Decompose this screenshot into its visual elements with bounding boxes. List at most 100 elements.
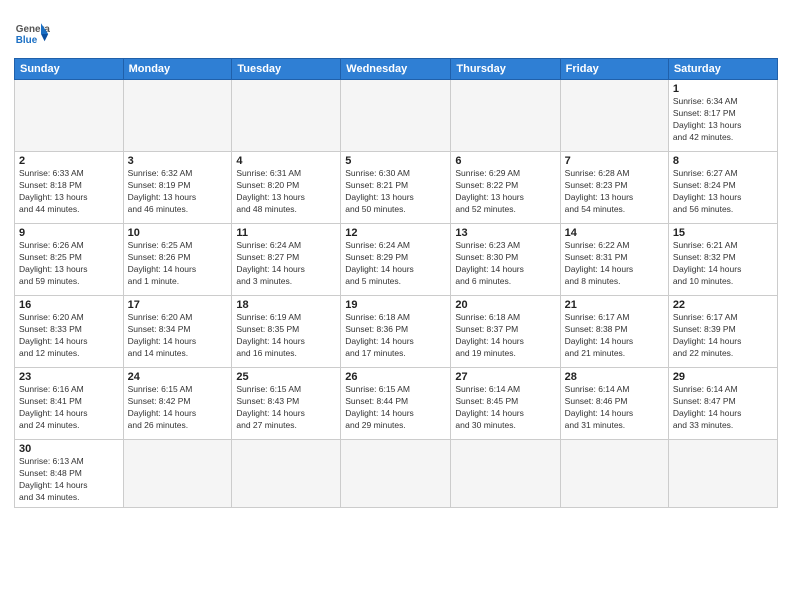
day-info: Sunrise: 6:20 AM Sunset: 8:33 PM Dayligh…	[19, 312, 119, 360]
day-info: Sunrise: 6:16 AM Sunset: 8:41 PM Dayligh…	[19, 384, 119, 432]
calendar-cell	[668, 440, 777, 508]
calendar-cell: 4Sunrise: 6:31 AM Sunset: 8:20 PM Daylig…	[232, 152, 341, 224]
calendar-cell	[341, 440, 451, 508]
calendar-cell: 22Sunrise: 6:17 AM Sunset: 8:39 PM Dayli…	[668, 296, 777, 368]
calendar-cell: 27Sunrise: 6:14 AM Sunset: 8:45 PM Dayli…	[451, 368, 560, 440]
calendar-cell	[123, 80, 232, 152]
day-number: 4	[236, 155, 336, 167]
calendar-week-row: 16Sunrise: 6:20 AM Sunset: 8:33 PM Dayli…	[15, 296, 778, 368]
calendar-cell: 1Sunrise: 6:34 AM Sunset: 8:17 PM Daylig…	[668, 80, 777, 152]
day-info: Sunrise: 6:24 AM Sunset: 8:29 PM Dayligh…	[345, 240, 446, 288]
calendar-week-row: 23Sunrise: 6:16 AM Sunset: 8:41 PM Dayli…	[15, 368, 778, 440]
day-number: 1	[673, 83, 773, 95]
calendar-week-row: 1Sunrise: 6:34 AM Sunset: 8:17 PM Daylig…	[15, 80, 778, 152]
day-number: 22	[673, 299, 773, 311]
calendar-cell: 15Sunrise: 6:21 AM Sunset: 8:32 PM Dayli…	[668, 224, 777, 296]
day-number: 28	[565, 371, 664, 383]
calendar-cell: 17Sunrise: 6:20 AM Sunset: 8:34 PM Dayli…	[123, 296, 232, 368]
day-info: Sunrise: 6:14 AM Sunset: 8:47 PM Dayligh…	[673, 384, 773, 432]
day-number: 30	[19, 443, 119, 455]
day-header-tuesday: Tuesday	[232, 59, 341, 80]
day-info: Sunrise: 6:23 AM Sunset: 8:30 PM Dayligh…	[455, 240, 555, 288]
calendar-week-row: 2Sunrise: 6:33 AM Sunset: 8:18 PM Daylig…	[15, 152, 778, 224]
day-info: Sunrise: 6:22 AM Sunset: 8:31 PM Dayligh…	[565, 240, 664, 288]
calendar-cell: 30Sunrise: 6:13 AM Sunset: 8:48 PM Dayli…	[15, 440, 124, 508]
calendar-cell: 26Sunrise: 6:15 AM Sunset: 8:44 PM Dayli…	[341, 368, 451, 440]
calendar-cell: 20Sunrise: 6:18 AM Sunset: 8:37 PM Dayli…	[451, 296, 560, 368]
calendar-week-row: 9Sunrise: 6:26 AM Sunset: 8:25 PM Daylig…	[15, 224, 778, 296]
day-header-saturday: Saturday	[668, 59, 777, 80]
day-number: 25	[236, 371, 336, 383]
calendar-cell: 21Sunrise: 6:17 AM Sunset: 8:38 PM Dayli…	[560, 296, 668, 368]
day-header-wednesday: Wednesday	[341, 59, 451, 80]
calendar-cell	[560, 80, 668, 152]
day-info: Sunrise: 6:13 AM Sunset: 8:48 PM Dayligh…	[19, 456, 119, 504]
calendar-cell	[15, 80, 124, 152]
day-number: 5	[345, 155, 446, 167]
page-header: General Blue	[14, 12, 778, 52]
day-info: Sunrise: 6:26 AM Sunset: 8:25 PM Dayligh…	[19, 240, 119, 288]
calendar-cell: 3Sunrise: 6:32 AM Sunset: 8:19 PM Daylig…	[123, 152, 232, 224]
day-number: 10	[128, 227, 228, 239]
day-info: Sunrise: 6:15 AM Sunset: 8:42 PM Dayligh…	[128, 384, 228, 432]
day-info: Sunrise: 6:15 AM Sunset: 8:44 PM Dayligh…	[345, 384, 446, 432]
calendar-cell: 5Sunrise: 6:30 AM Sunset: 8:21 PM Daylig…	[341, 152, 451, 224]
calendar-cell: 8Sunrise: 6:27 AM Sunset: 8:24 PM Daylig…	[668, 152, 777, 224]
calendar-cell	[451, 80, 560, 152]
day-number: 2	[19, 155, 119, 167]
day-info: Sunrise: 6:32 AM Sunset: 8:19 PM Dayligh…	[128, 168, 228, 216]
calendar-cell: 29Sunrise: 6:14 AM Sunset: 8:47 PM Dayli…	[668, 368, 777, 440]
day-info: Sunrise: 6:15 AM Sunset: 8:43 PM Dayligh…	[236, 384, 336, 432]
day-info: Sunrise: 6:24 AM Sunset: 8:27 PM Dayligh…	[236, 240, 336, 288]
day-number: 26	[345, 371, 446, 383]
day-number: 3	[128, 155, 228, 167]
calendar-cell: 13Sunrise: 6:23 AM Sunset: 8:30 PM Dayli…	[451, 224, 560, 296]
day-info: Sunrise: 6:18 AM Sunset: 8:37 PM Dayligh…	[455, 312, 555, 360]
calendar-table: SundayMondayTuesdayWednesdayThursdayFrid…	[14, 58, 778, 508]
day-info: Sunrise: 6:14 AM Sunset: 8:45 PM Dayligh…	[455, 384, 555, 432]
day-info: Sunrise: 6:17 AM Sunset: 8:39 PM Dayligh…	[673, 312, 773, 360]
day-number: 24	[128, 371, 228, 383]
day-number: 17	[128, 299, 228, 311]
calendar-cell: 6Sunrise: 6:29 AM Sunset: 8:22 PM Daylig…	[451, 152, 560, 224]
calendar-cell	[232, 440, 341, 508]
day-info: Sunrise: 6:14 AM Sunset: 8:46 PM Dayligh…	[565, 384, 664, 432]
calendar-cell: 28Sunrise: 6:14 AM Sunset: 8:46 PM Dayli…	[560, 368, 668, 440]
logo: General Blue	[14, 16, 50, 52]
day-number: 23	[19, 371, 119, 383]
day-info: Sunrise: 6:33 AM Sunset: 8:18 PM Dayligh…	[19, 168, 119, 216]
calendar-cell: 2Sunrise: 6:33 AM Sunset: 8:18 PM Daylig…	[15, 152, 124, 224]
day-info: Sunrise: 6:18 AM Sunset: 8:36 PM Dayligh…	[345, 312, 446, 360]
day-number: 18	[236, 299, 336, 311]
day-number: 14	[565, 227, 664, 239]
day-info: Sunrise: 6:27 AM Sunset: 8:24 PM Dayligh…	[673, 168, 773, 216]
day-number: 20	[455, 299, 555, 311]
calendar-cell: 14Sunrise: 6:22 AM Sunset: 8:31 PM Dayli…	[560, 224, 668, 296]
day-info: Sunrise: 6:30 AM Sunset: 8:21 PM Dayligh…	[345, 168, 446, 216]
day-info: Sunrise: 6:31 AM Sunset: 8:20 PM Dayligh…	[236, 168, 336, 216]
day-number: 21	[565, 299, 664, 311]
calendar-cell	[232, 80, 341, 152]
calendar-week-row: 30Sunrise: 6:13 AM Sunset: 8:48 PM Dayli…	[15, 440, 778, 508]
calendar-cell: 24Sunrise: 6:15 AM Sunset: 8:42 PM Dayli…	[123, 368, 232, 440]
calendar-cell	[451, 440, 560, 508]
day-header-sunday: Sunday	[15, 59, 124, 80]
day-number: 29	[673, 371, 773, 383]
logo-icon: General Blue	[14, 16, 50, 52]
day-info: Sunrise: 6:20 AM Sunset: 8:34 PM Dayligh…	[128, 312, 228, 360]
day-info: Sunrise: 6:34 AM Sunset: 8:17 PM Dayligh…	[673, 96, 773, 144]
day-header-monday: Monday	[123, 59, 232, 80]
day-info: Sunrise: 6:19 AM Sunset: 8:35 PM Dayligh…	[236, 312, 336, 360]
day-info: Sunrise: 6:17 AM Sunset: 8:38 PM Dayligh…	[565, 312, 664, 360]
day-header-friday: Friday	[560, 59, 668, 80]
day-number: 27	[455, 371, 555, 383]
calendar-cell	[123, 440, 232, 508]
calendar-cell: 7Sunrise: 6:28 AM Sunset: 8:23 PM Daylig…	[560, 152, 668, 224]
calendar-cell: 23Sunrise: 6:16 AM Sunset: 8:41 PM Dayli…	[15, 368, 124, 440]
calendar-cell	[560, 440, 668, 508]
day-header-thursday: Thursday	[451, 59, 560, 80]
day-info: Sunrise: 6:21 AM Sunset: 8:32 PM Dayligh…	[673, 240, 773, 288]
calendar-cell: 19Sunrise: 6:18 AM Sunset: 8:36 PM Dayli…	[341, 296, 451, 368]
day-number: 12	[345, 227, 446, 239]
day-info: Sunrise: 6:25 AM Sunset: 8:26 PM Dayligh…	[128, 240, 228, 288]
